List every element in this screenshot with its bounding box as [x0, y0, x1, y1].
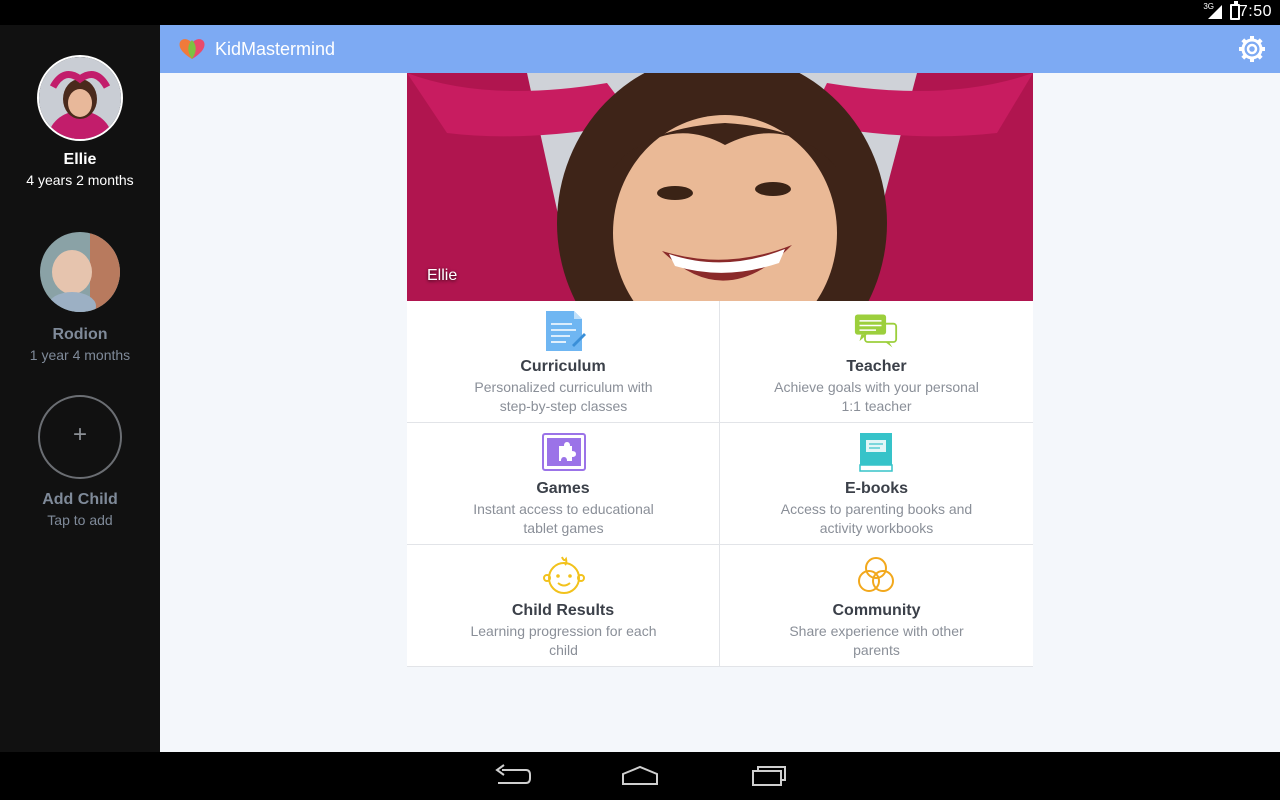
tile-title: Community	[832, 602, 921, 619]
avatar-ellie[interactable]	[37, 55, 123, 141]
back-icon[interactable]	[492, 762, 532, 790]
add-child-hint: Tap to add	[47, 512, 113, 528]
hero-child-name: Ellie	[427, 267, 458, 284]
main-content: Ellie Curriculum Personalized curriculum…	[160, 73, 1280, 752]
tile-description: Achieve goals with your personal 1:1 tea…	[774, 379, 979, 414]
tile-title: E-books	[844, 480, 909, 497]
children-sidebar: Ellie 4 years 2 months Rodion 1 year 4 m…	[0, 25, 160, 752]
tile-child-results[interactable]: Child Results Learning progression for e…	[407, 545, 720, 667]
child-hero-photo: Ellie	[407, 73, 1033, 301]
child-age: 4 years 2 months	[26, 172, 134, 188]
add-child-button[interactable]: +	[38, 395, 122, 479]
tile-description: Instant access to educational tablet gam…	[473, 501, 654, 536]
signal-icon	[1208, 5, 1222, 19]
tile-description: Learning progression for each child	[470, 623, 657, 658]
tile-curriculum[interactable]: Curriculum Personalized curriculum with …	[407, 301, 720, 423]
tile-ebooks[interactable]: E-books Access to parenting books and ac…	[720, 423, 1033, 545]
add-child-item[interactable]: + Add Child Tap to add	[0, 385, 160, 545]
child-name: Rodion	[52, 326, 108, 343]
tile-description: Access to parenting books and activity w…	[780, 501, 973, 536]
tile-community[interactable]: Community Share experience with other pa…	[720, 545, 1033, 667]
baby-face-icon	[543, 556, 585, 594]
child-age: 1 year 4 months	[29, 347, 131, 363]
home-icon[interactable]	[620, 762, 660, 790]
circles-icon	[858, 557, 894, 592]
app-title: KidMastermind	[215, 39, 336, 59]
tile-title: Teacher	[846, 358, 907, 375]
app-logo-icon	[179, 39, 205, 59]
clock: 7:50	[1238, 3, 1272, 20]
add-child-label: Add Child	[42, 491, 118, 508]
hero-image	[407, 73, 1033, 301]
puzzle-icon	[542, 433, 586, 471]
system-nav-bar	[0, 752, 1280, 800]
tile-description: Share experience with other parents	[789, 623, 964, 658]
status-bar: 3G 7:50	[0, 0, 1280, 25]
chat-bubbles-icon	[854, 314, 898, 348]
book-icon	[859, 433, 893, 472]
app-bar: KidMastermind	[160, 25, 1280, 73]
tile-title: Curriculum	[520, 358, 606, 375]
tile-title: Games	[536, 480, 590, 497]
tile-title: Child Results	[511, 602, 615, 619]
tile-games[interactable]: Games Instant access to educational tabl…	[407, 423, 720, 545]
recent-apps-icon[interactable]	[748, 762, 788, 790]
child-item-ellie[interactable]: Ellie 4 years 2 months	[0, 25, 160, 205]
child-name: Ellie	[63, 151, 97, 168]
document-icon	[546, 311, 586, 351]
tile-description: Personalized curriculum with step-by-ste…	[474, 379, 653, 414]
feature-grid: Curriculum Personalized curriculum with …	[407, 301, 1033, 667]
tile-teacher[interactable]: Teacher Achieve goals with your personal…	[720, 301, 1033, 423]
avatar-rodion[interactable]	[40, 232, 120, 312]
gear-icon[interactable]	[1238, 35, 1266, 63]
child-item-rodion[interactable]: Rodion 1 year 4 months	[0, 215, 160, 375]
